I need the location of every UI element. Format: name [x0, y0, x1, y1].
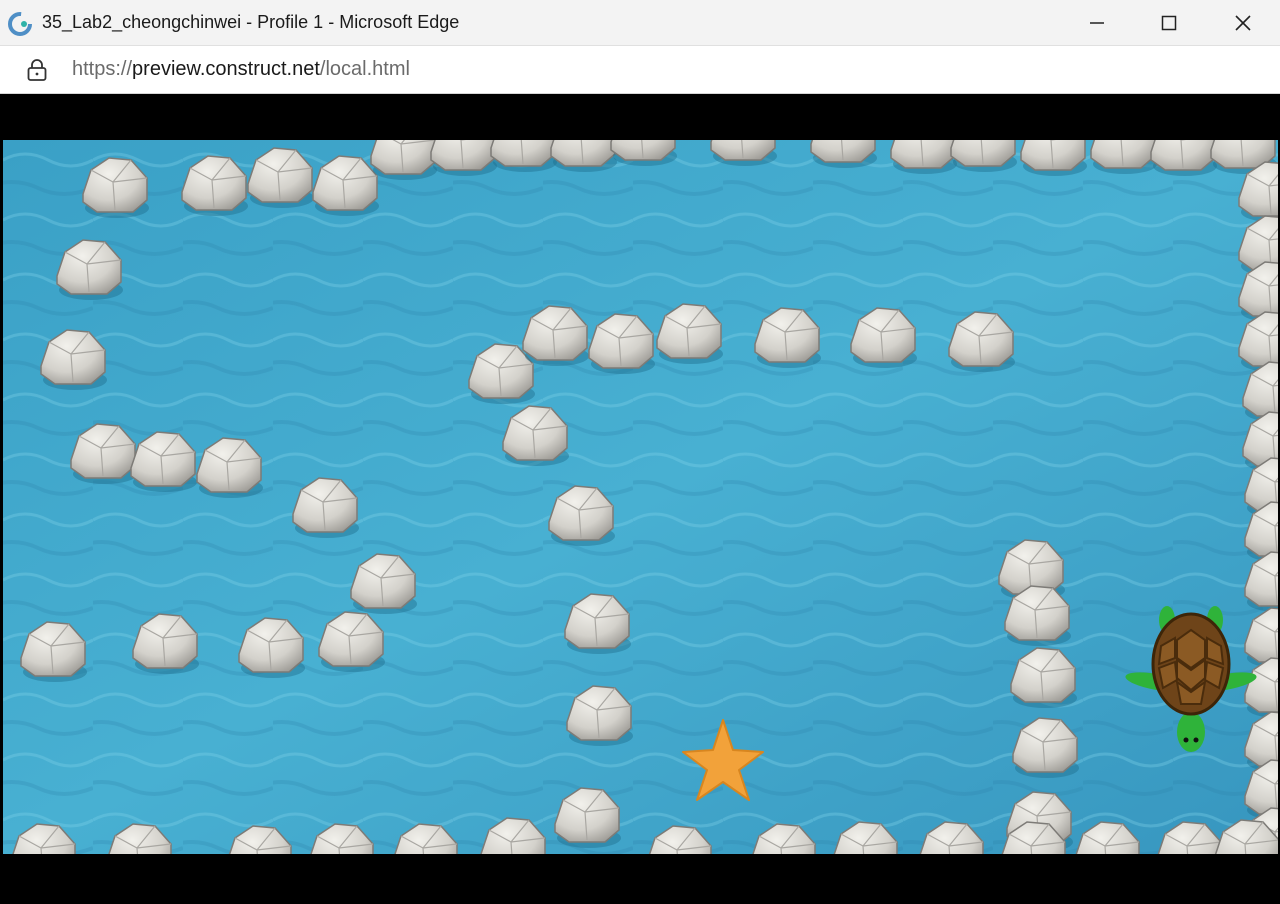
page-viewport — [0, 94, 1280, 904]
edge-app-icon — [8, 12, 32, 36]
title-bar: 35_Lab2_cheongchinwei - Profile 1 - Micr… — [0, 0, 1280, 46]
rock-obstacle — [370, 140, 437, 180]
maximize-icon — [1161, 15, 1177, 31]
url-host: preview.construct.net — [132, 58, 320, 80]
maximize-button[interactable] — [1134, 0, 1204, 46]
close-button[interactable] — [1208, 0, 1278, 46]
rock-obstacle — [950, 140, 1017, 172]
window-title: 35_Lab2_cheongchinwei - Profile 1 - Micr… — [42, 12, 460, 32]
rock-obstacle — [490, 140, 557, 172]
rock-obstacle — [810, 140, 877, 168]
url-scheme: https:// — [72, 58, 133, 80]
rock-obstacle — [1090, 140, 1157, 174]
water-ripples — [3, 140, 1278, 854]
address-bar[interactable]: https://preview.construct.net/local.html — [0, 46, 1280, 94]
game-canvas[interactable] — [3, 140, 1278, 854]
rock-obstacle — [550, 140, 617, 172]
turtle-head — [1177, 712, 1205, 752]
minimize-icon — [1090, 22, 1104, 24]
close-icon — [1235, 15, 1251, 31]
rock-obstacle — [610, 140, 677, 166]
lock-icon[interactable] — [26, 58, 48, 82]
game-scene[interactable] — [3, 140, 1278, 854]
minimize-button[interactable] — [1062, 0, 1132, 46]
rock-obstacle — [1020, 140, 1087, 176]
rock-obstacle — [890, 140, 957, 174]
url-path: /local.html — [319, 58, 410, 80]
rock-obstacle — [430, 140, 497, 176]
rock-obstacle — [1150, 140, 1217, 176]
rock-obstacle — [710, 140, 777, 166]
url-text[interactable]: https://preview.construct.net/local.html — [72, 58, 410, 81]
